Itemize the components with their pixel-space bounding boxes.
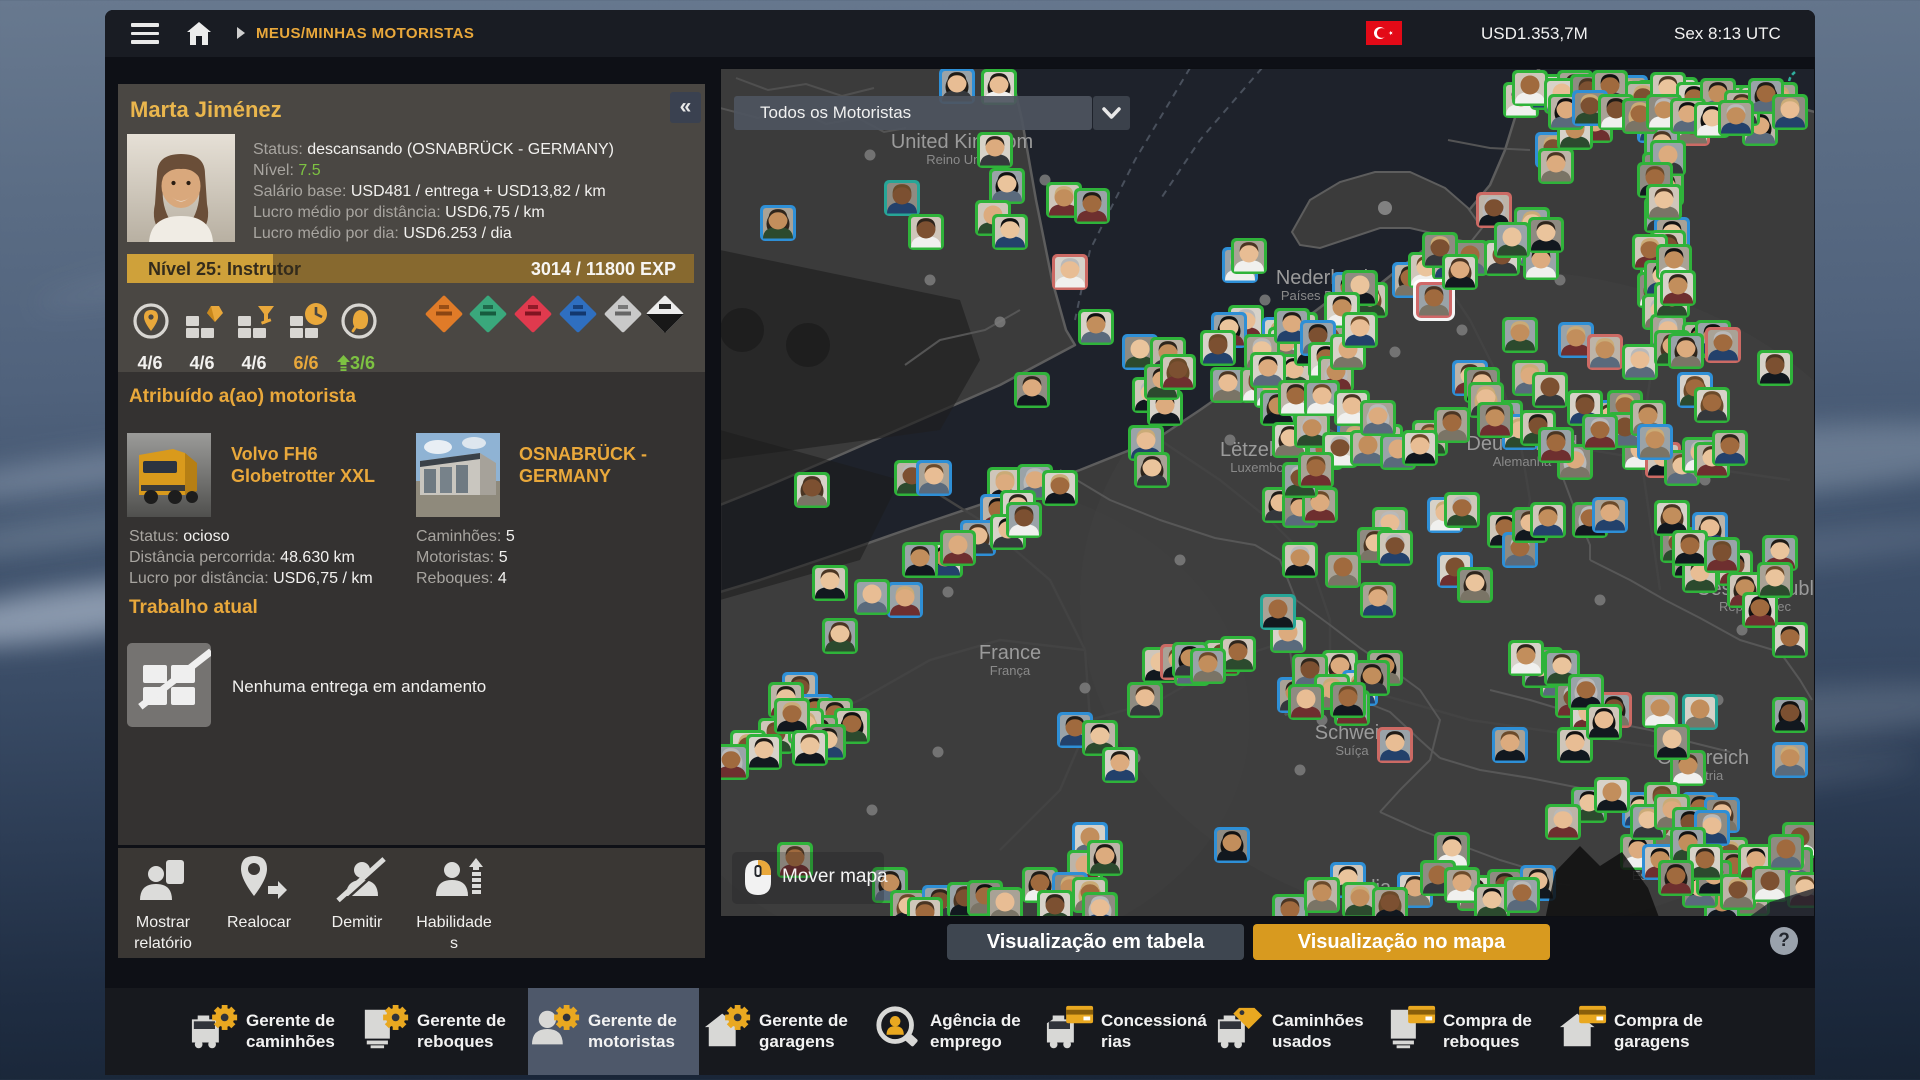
svg-text:France: France (979, 642, 1041, 664)
svg-text:França: França (990, 663, 1031, 678)
svg-text:Suíça: Suíça (1335, 743, 1369, 758)
